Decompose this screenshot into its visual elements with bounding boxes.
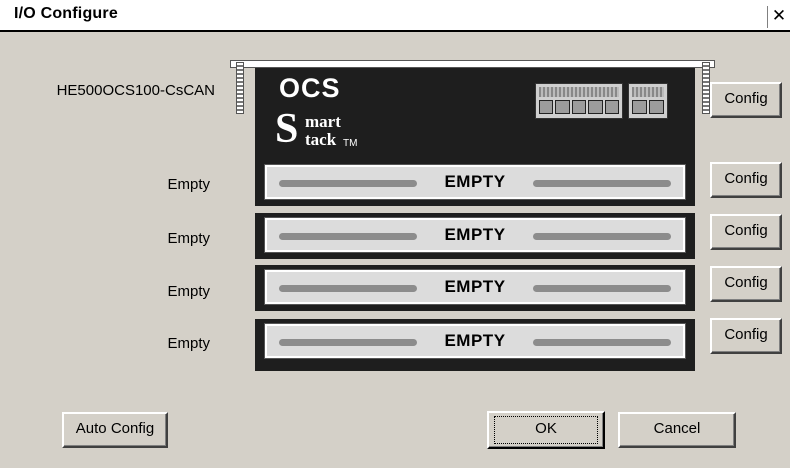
base-module-label: HE500OCS100-CsCAN xyxy=(56,82,215,99)
ok-button[interactable]: OK xyxy=(487,411,605,449)
slot-1-text: EMPTY xyxy=(436,172,514,191)
ocs-brand-text: OCS xyxy=(279,73,341,103)
slot-2-label: Empty xyxy=(167,230,210,247)
slot-2-config-button[interactable]: Config xyxy=(710,214,782,250)
slot-3: EMPTY xyxy=(255,265,695,311)
slot-1-config-button[interactable]: Config xyxy=(710,162,782,198)
cancel-button[interactable]: Cancel xyxy=(618,412,736,448)
logo-mart-text: mart xyxy=(305,112,341,131)
auto-config-button[interactable]: Auto Config xyxy=(62,412,168,448)
slot-1: EMPTY xyxy=(255,160,695,206)
close-button[interactable]: ✕ xyxy=(767,6,790,28)
slot-2-text: EMPTY xyxy=(436,225,514,244)
terminal-connector-icon xyxy=(535,83,623,119)
rack-rail xyxy=(230,60,715,68)
slot-4-config-button[interactable]: Config xyxy=(710,318,782,354)
close-icon: ✕ xyxy=(771,6,787,25)
slot-1-label: Empty xyxy=(167,176,210,193)
rack-bottom xyxy=(255,365,695,371)
slot-3-config-button[interactable]: Config xyxy=(710,266,782,302)
slot-4-label: Empty xyxy=(167,335,210,352)
rack-bolt-left xyxy=(236,62,244,114)
logo-tm-text: TM xyxy=(343,138,358,149)
base-config-button[interactable]: Config xyxy=(710,82,782,118)
title-bar: I/O Configure ✕ xyxy=(0,0,790,32)
slot-4: EMPTY xyxy=(255,319,695,365)
slot-3-text: EMPTY xyxy=(436,277,514,296)
can-connector-icon xyxy=(628,83,668,119)
slot-2: EMPTY xyxy=(255,213,695,259)
smartstack-logo-icon: S xyxy=(275,106,299,152)
rack-bolt-right xyxy=(702,62,710,114)
window-title: I/O Configure xyxy=(14,5,118,22)
slot-4-text: EMPTY xyxy=(436,331,514,350)
dialog-body: HE500OCS100-CsCAN Empty Empty Empty Empt… xyxy=(0,32,790,468)
logo-tack-text: tack xyxy=(305,130,337,149)
slot-3-label: Empty xyxy=(167,283,210,300)
